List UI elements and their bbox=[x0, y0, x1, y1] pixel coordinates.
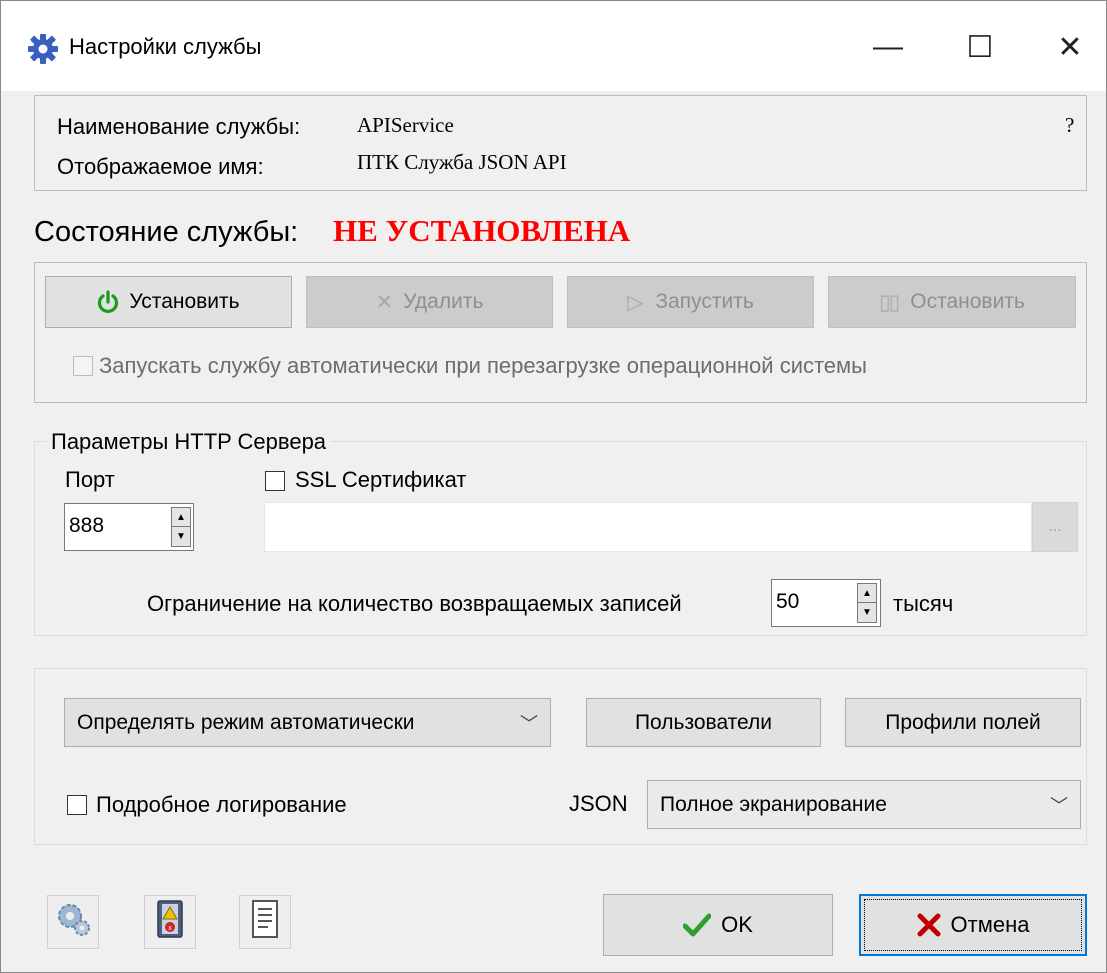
minimize-icon: — bbox=[873, 30, 903, 63]
json-select[interactable]: Полное экранирование ﹀ bbox=[647, 780, 1081, 829]
maximize-button[interactable]: ☐ bbox=[951, 17, 1009, 77]
chevron-down-icon: ﹀ bbox=[520, 713, 538, 734]
start-label: Запустить bbox=[655, 290, 754, 313]
cancel-button[interactable]: Отмена bbox=[859, 894, 1087, 956]
port-spinner[interactable]: ▲ ▼ bbox=[171, 507, 191, 547]
warning-book-icon: x bbox=[155, 899, 185, 945]
gears-icon bbox=[54, 900, 92, 944]
port-value: 888 bbox=[69, 514, 105, 537]
ok-button[interactable]: OK bbox=[603, 894, 833, 956]
title-bar: Настройки службы — ☐ ✕ bbox=[1, 1, 1106, 91]
json-select-value: Полное экранирование bbox=[660, 792, 887, 816]
limit-label: Ограничение на количество возвращаемых з… bbox=[147, 591, 682, 616]
spin-up-icon[interactable]: ▲ bbox=[858, 584, 876, 603]
install-button[interactable]: Установить bbox=[45, 276, 292, 328]
users-label: Пользователи bbox=[634, 710, 773, 734]
mode-select[interactable]: Определять режим автоматически ﹀ bbox=[64, 698, 551, 747]
close-button[interactable]: ✕ bbox=[1041, 17, 1099, 77]
field-profiles-label: Профили полей bbox=[885, 710, 1041, 734]
power-icon bbox=[97, 290, 119, 314]
json-label: JSON bbox=[569, 791, 628, 816]
play-icon: ▷ bbox=[627, 290, 644, 314]
security-log-button[interactable]: x bbox=[144, 895, 196, 949]
limit-unit: тысяч bbox=[893, 591, 954, 616]
stop-label: Остановить bbox=[910, 290, 1025, 313]
close-icon: ✕ bbox=[1057, 30, 1083, 64]
spin-up-icon[interactable]: ▲ bbox=[172, 508, 190, 527]
checkmark-icon bbox=[683, 913, 712, 937]
document-icon bbox=[250, 899, 280, 945]
ssl-browse-button[interactable]: ... bbox=[1032, 502, 1078, 552]
help-button[interactable]: ? bbox=[1065, 111, 1074, 139]
autostart-checkbox[interactable] bbox=[73, 356, 93, 376]
field-profiles-button[interactable]: Профили полей bbox=[845, 698, 1081, 747]
status-label: Состояние службы: bbox=[34, 216, 299, 248]
ssl-checkbox[interactable] bbox=[265, 471, 285, 491]
svg-text:x: x bbox=[168, 925, 172, 932]
window-title: Настройки службы bbox=[69, 34, 262, 59]
status-value: НЕ УСТАНОВЛЕНА bbox=[333, 213, 631, 248]
users-button[interactable]: Пользователи bbox=[586, 698, 821, 747]
display-name-label: Отображаемое имя: bbox=[57, 154, 264, 179]
service-info-panel: Наименование службы: APIService Отобража… bbox=[34, 95, 1087, 191]
maximize-icon: ☐ bbox=[966, 30, 994, 64]
start-button[interactable]: ▷ Запустить bbox=[567, 276, 814, 328]
service-name-label: Наименование службы: bbox=[57, 114, 301, 139]
remove-label: Удалить bbox=[403, 290, 484, 313]
stop-button[interactable]: ▯▯ Остановить bbox=[828, 276, 1076, 328]
limit-spinner[interactable]: ▲ ▼ bbox=[857, 583, 877, 623]
service-name-value: APIService bbox=[357, 113, 454, 137]
install-label: Установить bbox=[129, 290, 240, 313]
remove-button[interactable]: ✕ Удалить bbox=[306, 276, 553, 328]
minimize-button[interactable]: — bbox=[859, 17, 917, 77]
ssl-path-input[interactable] bbox=[264, 502, 1032, 552]
verbose-log-label: Подробное логирование bbox=[96, 792, 347, 817]
ssl-label: SSL Сертификат bbox=[295, 467, 467, 492]
browse-label: ... bbox=[1048, 518, 1062, 535]
display-name-value: ПТК Служба JSON API bbox=[357, 150, 567, 174]
http-group-label: Параметры HTTP Сервера bbox=[47, 428, 331, 456]
settings-window: Настройки службы — ☐ ✕ Наименование служ… bbox=[0, 0, 1107, 973]
ok-label: OK bbox=[721, 912, 753, 937]
chevron-down-icon: ﹀ bbox=[1050, 795, 1068, 816]
autostart-label: Запускать службу автоматически при перез… bbox=[99, 353, 867, 378]
gear-icon bbox=[27, 33, 59, 65]
spin-down-icon[interactable]: ▼ bbox=[172, 527, 190, 546]
verbose-log-checkbox[interactable] bbox=[67, 795, 87, 815]
log-document-button[interactable] bbox=[239, 895, 291, 949]
focus-ring bbox=[864, 899, 1082, 951]
remove-icon: ✕ bbox=[375, 290, 394, 314]
mode-select-value: Определять режим автоматически bbox=[77, 710, 415, 734]
service-gears-button[interactable] bbox=[47, 895, 99, 949]
pause-icon: ▯▯ bbox=[879, 290, 900, 314]
port-label: Порт bbox=[65, 467, 115, 492]
limit-value: 50 bbox=[776, 590, 800, 613]
spin-down-icon[interactable]: ▼ bbox=[858, 603, 876, 622]
